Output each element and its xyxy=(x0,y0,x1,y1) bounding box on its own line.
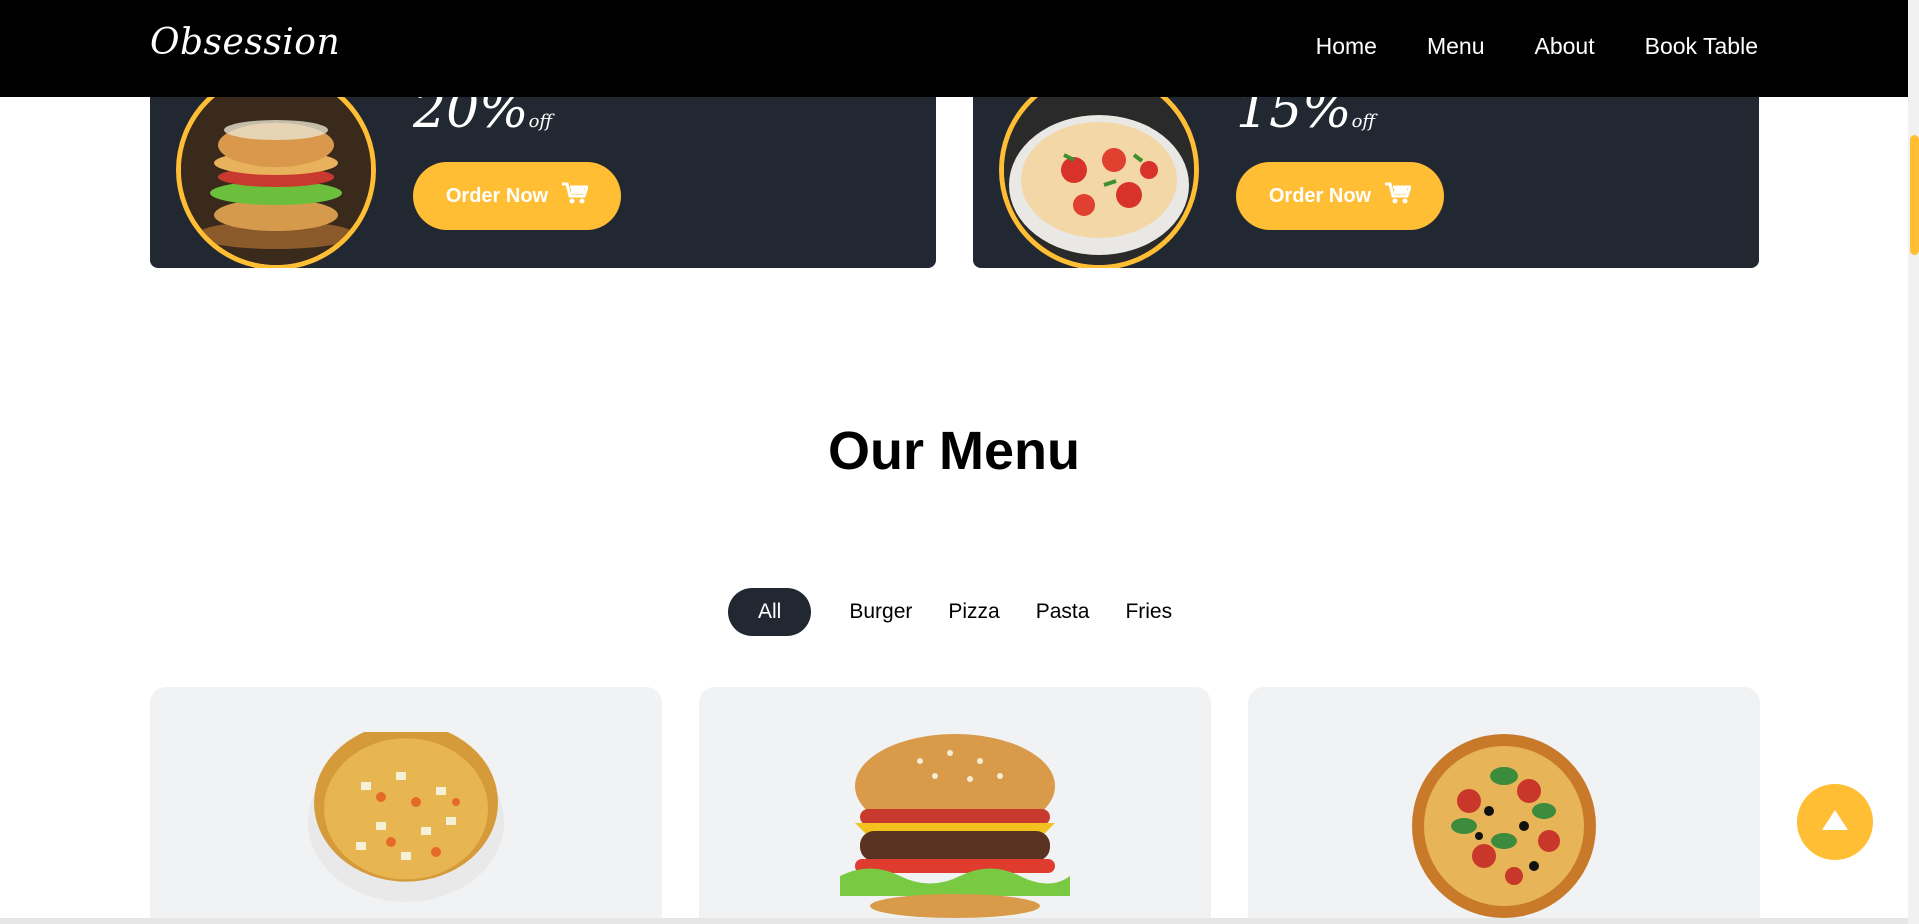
veg-pizza-image xyxy=(306,723,506,907)
filter-pasta[interactable]: Pasta xyxy=(1018,588,1108,636)
scrollbar-thumb[interactable] xyxy=(1910,135,1919,255)
cart-icon xyxy=(562,182,590,210)
cheeseburger-image xyxy=(830,731,1080,924)
order-now-button[interactable]: Order Now xyxy=(413,162,621,230)
nav-book-table[interactable]: Book Table xyxy=(1645,33,1758,60)
order-now-label: Order Now xyxy=(445,184,549,207)
brand-logo[interactable]: Obsession xyxy=(150,22,340,63)
horizontal-scrollbar[interactable] xyxy=(0,918,1908,924)
nav-about[interactable]: About xyxy=(1535,33,1595,60)
filter-pizza[interactable]: Pizza xyxy=(930,588,1017,636)
arrow-up-icon xyxy=(1822,809,1848,835)
section-title: Our Menu xyxy=(828,421,1080,481)
menu-filters: All Burger Pizza Pasta Fries xyxy=(728,588,1190,636)
filter-fries[interactable]: Fries xyxy=(1107,588,1190,636)
cart-icon xyxy=(1385,182,1413,210)
filter-all[interactable]: All xyxy=(728,588,812,636)
product-card[interactable] xyxy=(150,687,662,924)
order-now-button[interactable]: Order Now xyxy=(1236,162,1444,230)
back-to-top-button[interactable] xyxy=(1797,784,1873,860)
pizza-offer-image xyxy=(999,70,1199,268)
nav-menu[interactable]: Menu xyxy=(1427,33,1485,60)
burger-offer-image xyxy=(176,70,376,268)
navbar: Obsession Home Menu About Book Table xyxy=(0,0,1908,97)
order-now-label: Order Now xyxy=(1268,184,1372,207)
product-card[interactable] xyxy=(1248,687,1760,924)
basil-pizza-image xyxy=(1409,731,1599,924)
product-card[interactable] xyxy=(699,687,1211,924)
nav-home[interactable]: Home xyxy=(1316,33,1377,60)
filter-burger[interactable]: Burger xyxy=(831,588,930,636)
nav-links: Home Menu About Book Table xyxy=(1316,33,1758,60)
